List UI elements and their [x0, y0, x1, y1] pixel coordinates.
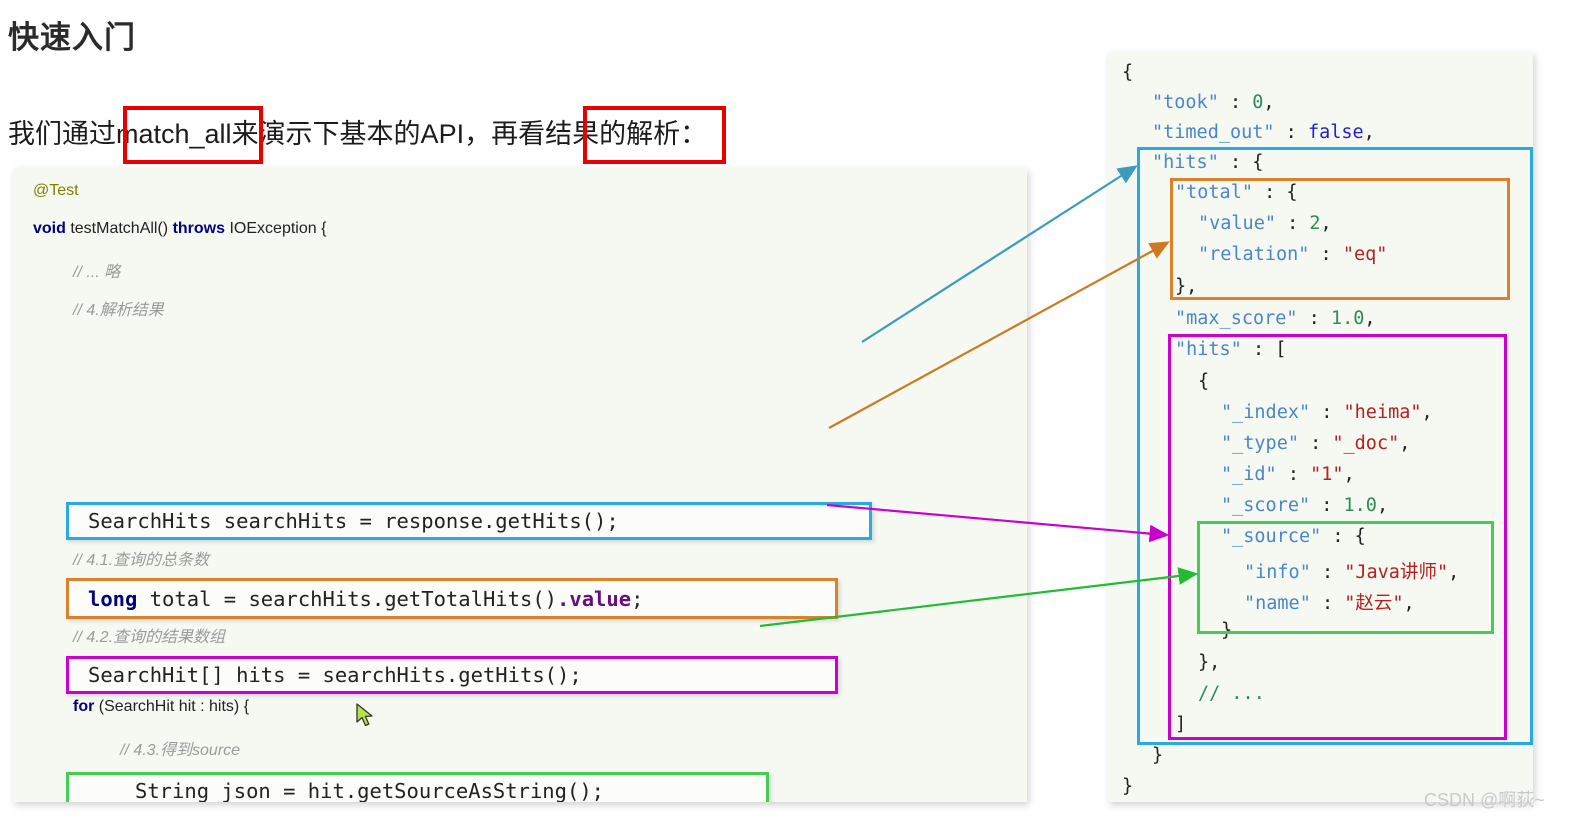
code-highlight-box-magenta: SearchHit[] hits = searchHits.getHits(); [66, 656, 838, 694]
page-title: 快速入门 [8, 20, 136, 55]
code-line-hits-array: SearchHit[] hits = searchHits.getHits(); [88, 663, 582, 687]
intro-highlighted-term-result-parse: 结果的解析 [545, 119, 681, 149]
code-comment-parse-result: // 4.解析结果 [73, 302, 164, 319]
intro-paragraph: 我们通过match_all来演示下基本的API，再看结果的解析： [8, 112, 707, 151]
code-highlight-box-green: String json = hit.getSourceAsString(); [66, 772, 769, 802]
code-highlight-box-orange: long total = searchHits.getTotalHits() .v… [66, 578, 838, 619]
code-comment-total-count: // 4.1.查询的总条数 [73, 552, 210, 569]
json-response-panel: { "took" : 0, "timed_out" : false, "hits… [1108, 52, 1533, 802]
code-line-annotation: @Test [33, 182, 79, 199]
code-line-total: long total = searchHits.getTotalHits() .v… [88, 586, 644, 611]
intro-text-after: ： [680, 119, 708, 149]
mouse-cursor-icon [356, 703, 373, 727]
csdn-watermark: CSDN @啊荻~ [1424, 790, 1545, 810]
code-line-searchhits: SearchHits searchHits = response.getHits… [88, 509, 619, 533]
intro-highlighted-term-match-all: match_all [116, 119, 232, 149]
code-comment-get-source: // 4.3.得到source [120, 742, 241, 759]
code-highlight-box-cyan: SearchHits searchHits = response.getHits… [66, 502, 872, 540]
code-line-json-source: String json = hit.getSourceAsString(); [135, 779, 604, 802]
code-comment-result-array: // 4.2.查询的结果数组 [73, 629, 226, 646]
intro-text-before: 我们通过 [8, 119, 116, 149]
java-code-panel: @Test void testMatchAll() throws IOExcep… [13, 168, 1027, 802]
json-ellipsis-comment: // ... [1198, 683, 1265, 704]
intro-text-middle: 来演示下基本的API，再看 [231, 119, 546, 149]
page-root: 快速入门 我们通过match_all来演示下基本的API，再看结果的解析： @T… [0, 0, 1579, 825]
code-comment-略: // ... 略 [73, 264, 121, 281]
